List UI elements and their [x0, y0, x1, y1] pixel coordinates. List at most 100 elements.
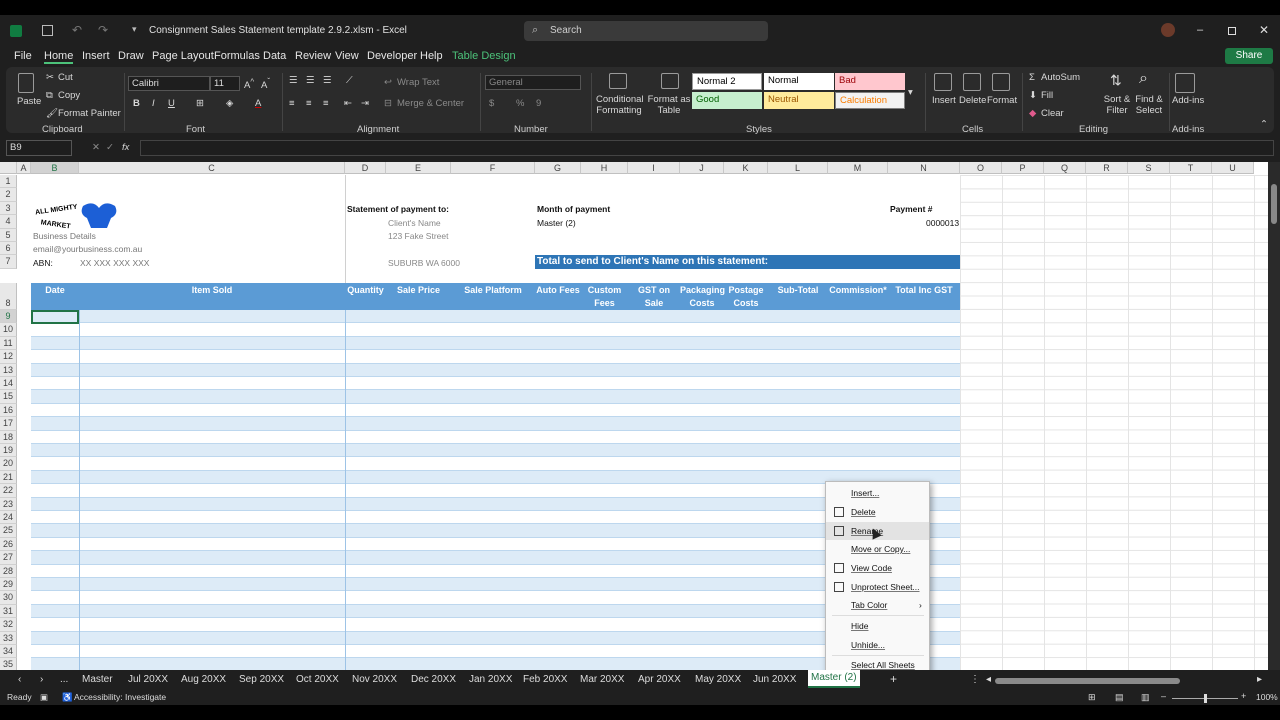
font-color-icon[interactable]: A — [255, 98, 261, 109]
column-header-a[interactable]: A — [17, 162, 31, 174]
page-break-view-icon[interactable]: ▥ — [1141, 692, 1150, 703]
table-row[interactable] — [31, 323, 960, 337]
sheet-tab-oct-20xx[interactable]: Oct 20XX — [296, 674, 339, 685]
row-header-7[interactable]: 7 — [0, 255, 17, 269]
sheet-tab-master[interactable]: Master — [82, 674, 113, 685]
table-row[interactable] — [31, 511, 960, 525]
table-row[interactable] — [31, 537, 960, 552]
tab-help[interactable]: Help — [420, 50, 443, 62]
merge-icon[interactable]: ⊟ — [384, 98, 392, 109]
minimize-icon[interactable]: – — [1197, 24, 1203, 36]
sheet-tab-apr-20xx[interactable]: Apr 20XX — [638, 674, 681, 685]
row-header-30[interactable]: 30 — [0, 591, 17, 605]
column-header-e[interactable]: E — [386, 162, 451, 174]
copy-button[interactable]: Copy — [58, 90, 80, 101]
row-header-18[interactable]: 18 — [0, 430, 17, 444]
ctx-unprotect[interactable]: Unprotect Sheet... — [826, 578, 929, 596]
tab-home[interactable]: Home — [44, 50, 74, 64]
table-row[interactable] — [31, 497, 960, 511]
row-header-8[interactable]: 8 — [0, 283, 17, 310]
paste-button[interactable]: Paste — [17, 96, 41, 107]
vertical-scroll-thumb[interactable] — [1271, 184, 1277, 224]
column-header-d[interactable]: D — [345, 162, 386, 174]
decrease-indent-icon[interactable]: ⇤ — [344, 98, 352, 109]
format-as-table-button[interactable]: Format as Table — [647, 94, 691, 116]
column-header-i[interactable]: I — [628, 162, 680, 174]
row-header-16[interactable]: 16 — [0, 403, 17, 418]
ctx-unhide[interactable]: Unhide... — [826, 636, 929, 654]
row-header-2[interactable]: 2 — [0, 188, 17, 202]
add-sheet-icon[interactable]: + — [890, 672, 897, 686]
row-header-15[interactable]: 15 — [0, 390, 17, 404]
sheet-tab-jul-20xx[interactable]: Jul 20XX — [128, 674, 168, 685]
column-header-k[interactable]: K — [724, 162, 768, 174]
sort-filter-button[interactable]: Sort & Filter — [1099, 94, 1135, 116]
cancel-entry-icon[interactable]: ✕ — [92, 142, 100, 153]
format-as-table-icon[interactable] — [661, 73, 679, 89]
tab-view[interactable]: View — [335, 50, 359, 62]
copy-icon[interactable]: ⧉ — [46, 90, 53, 101]
wrap-text-icon[interactable]: ↩ — [384, 77, 392, 88]
customize-qat-icon[interactable]: ▾ — [132, 24, 137, 35]
row-header-10[interactable]: 10 — [0, 323, 17, 337]
row-header-29[interactable]: 29 — [0, 578, 17, 592]
undo-icon[interactable]: ↶ — [72, 23, 82, 37]
currency-icon[interactable]: $ — [489, 98, 494, 109]
column-header-j[interactable]: J — [680, 162, 724, 174]
horizontal-scroll-thumb[interactable] — [995, 678, 1180, 684]
align-right-icon[interactable]: ≡ — [323, 98, 329, 109]
font-name-select[interactable]: Calibri — [128, 76, 210, 91]
sheet-tab-sep-20xx[interactable]: Sep 20XX — [239, 674, 284, 685]
row-header-28[interactable]: 28 — [0, 564, 17, 578]
table-row[interactable] — [31, 336, 960, 351]
table-row[interactable] — [31, 403, 960, 418]
format-painter-icon[interactable]: 🖌 — [46, 108, 58, 119]
row-header-4[interactable]: 4 — [0, 215, 17, 229]
tab-data[interactable]: Data — [263, 50, 286, 62]
row-header-11[interactable]: 11 — [0, 336, 17, 351]
redo-icon[interactable]: ↷ — [98, 23, 108, 37]
table-row[interactable] — [31, 444, 960, 458]
sheet-tab-mar-20xx[interactable]: Mar 20XX — [580, 674, 624, 685]
underline-icon[interactable]: U — [168, 98, 175, 109]
row-header-19[interactable]: 19 — [0, 444, 17, 458]
normal-view-icon[interactable]: ⊞ — [1088, 692, 1096, 703]
align-center-icon[interactable]: ≡ — [306, 98, 312, 109]
column-header-q[interactable]: Q — [1044, 162, 1086, 174]
row-header-27[interactable]: 27 — [0, 551, 17, 565]
tab-file[interactable]: File — [14, 50, 32, 62]
column-header-l[interactable]: L — [768, 162, 828, 174]
table-row[interactable] — [31, 363, 960, 377]
share-button[interactable]: Share — [1225, 48, 1273, 64]
styles-more-icon[interactable]: ▾ — [908, 87, 913, 98]
table-row[interactable] — [31, 564, 960, 578]
hscroll-right-icon[interactable]: ▸ — [1257, 674, 1262, 685]
increase-indent-icon[interactable]: ⇥ — [361, 98, 369, 109]
row-header-14[interactable]: 14 — [0, 377, 17, 391]
row-header-25[interactable]: 25 — [0, 524, 17, 538]
table-row[interactable] — [31, 604, 960, 619]
ctx-insert[interactable]: Insert... — [826, 484, 929, 502]
table-row[interactable] — [31, 578, 960, 592]
row-header-9[interactable]: 9 — [0, 310, 17, 324]
column-header-h[interactable]: H — [581, 162, 628, 174]
tab-review[interactable]: Review — [295, 50, 331, 62]
column-header-n[interactable]: N — [888, 162, 960, 174]
restore-icon[interactable] — [1228, 27, 1236, 35]
tabs-options-icon[interactable]: ⋮ — [970, 674, 980, 685]
column-header-m[interactable]: M — [828, 162, 888, 174]
autosum-icon[interactable]: Σ — [1029, 72, 1035, 83]
clear-button[interactable]: Clear — [1041, 108, 1064, 119]
insert-cells-icon[interactable] — [934, 73, 952, 91]
row-header-5[interactable]: 5 — [0, 228, 17, 242]
style-bad[interactable]: Bad — [835, 73, 905, 90]
align-left-icon[interactable]: ≡ — [289, 98, 295, 109]
table-row[interactable] — [31, 430, 960, 444]
style-good[interactable]: Good — [692, 92, 762, 109]
row-header-21[interactable]: 21 — [0, 470, 17, 485]
column-header-f[interactable]: F — [451, 162, 535, 174]
table-row[interactable] — [31, 524, 960, 538]
zoom-slider-thumb[interactable] — [1204, 694, 1207, 703]
table-row[interactable] — [31, 310, 960, 324]
page-layout-view-icon[interactable]: ▤ — [1115, 692, 1124, 703]
